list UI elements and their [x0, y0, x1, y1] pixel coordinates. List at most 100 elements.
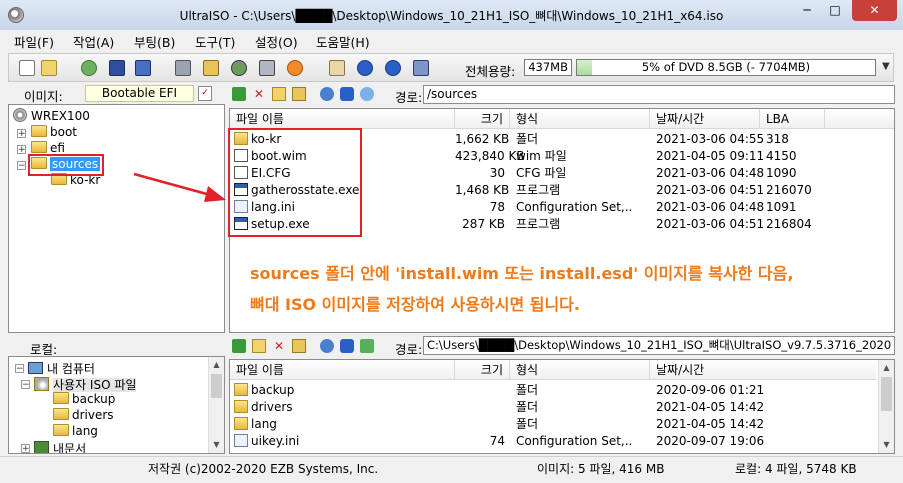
file-row[interactable]: drivers 폴더 2021-04-05 14:42 [230, 399, 870, 416]
column-header-date[interactable]: 날짜/시간 [650, 360, 876, 380]
tree-root-wrex100[interactable]: WREX100 [13, 108, 90, 124]
new-icon[interactable] [19, 60, 35, 76]
view-icon[interactable] [320, 87, 334, 101]
menu-tools[interactable]: 도구(T) [195, 32, 235, 51]
virtual-drive-icon[interactable] [287, 60, 303, 76]
image-properties-button[interactable]: ✓ [198, 86, 212, 101]
settings-gear-icon[interactable] [340, 339, 354, 353]
tree-item-user-iso-files[interactable]: 사용자 ISO 파일 [34, 376, 137, 392]
save-as-icon[interactable] [135, 60, 151, 76]
minimize-button[interactable]: ─ [793, 0, 821, 21]
file-row[interactable]: uikey.ini 74 Configuration Set,.. 2020-09-0… [230, 433, 870, 450]
file-lba-cell: 1090 [766, 165, 826, 182]
iso-path-field[interactable]: /sources [423, 85, 895, 104]
column-header-lba[interactable]: LBA [760, 109, 825, 129]
scroll-up-icon[interactable]: ▲ [209, 357, 224, 372]
rename-icon[interactable] [292, 87, 306, 101]
folder-icon [53, 408, 69, 420]
column-header-size[interactable]: 크기 [455, 109, 510, 129]
save-icon[interactable] [109, 60, 125, 76]
menu-file[interactable]: 파일(F) [14, 32, 54, 51]
tree-root-label: WREX100 [31, 109, 90, 123]
file-date-cell: 2021-04-05 14:42 [656, 399, 764, 416]
file-size-cell: 287 KB [455, 216, 505, 233]
maximize-button[interactable]: □ [821, 0, 849, 21]
menu-bootable[interactable]: 부팅(B) [134, 32, 175, 51]
delete-icon[interactable]: ✕ [272, 339, 286, 353]
expand-icon[interactable]: + [17, 129, 26, 139]
expand-icon[interactable]: + [21, 444, 30, 453]
collapse-icon[interactable]: − [21, 380, 30, 390]
file-lba: 216804 [766, 217, 812, 231]
up-folder-icon[interactable] [232, 339, 246, 353]
file-name-cell: backup [234, 382, 444, 399]
burn-icon[interactable] [175, 60, 191, 76]
column-header-type[interactable]: 형식 [510, 109, 650, 129]
column-header-date[interactable]: 날짜/시간 [650, 109, 760, 129]
scroll-down-icon[interactable]: ▼ [879, 437, 894, 452]
collapse-icon[interactable]: − [15, 364, 24, 374]
compress-icon[interactable] [231, 60, 247, 76]
local-path-field[interactable]: C:\Users\████\Desktop\Windows_10_21H1_IS… [423, 336, 895, 355]
tree-item-my-documents[interactable]: 내문서 [34, 440, 87, 454]
make-cd-image-icon[interactable] [203, 60, 219, 76]
iso-path-label: 경로: [395, 90, 423, 105]
folder-icon [53, 424, 69, 436]
local-file-list: 파일 이름 크기 형식 날짜/시간 backup 폴더 2020-09-06 01:… [229, 359, 895, 454]
capacity-bar: 5% of DVD 8.5GB (- 7704MB) [576, 59, 876, 76]
scroll-down-icon[interactable]: ▼ [209, 437, 224, 452]
tree-item-backup[interactable]: backup [53, 392, 115, 408]
file-row[interactable]: backup 폴더 2020-09-06 01:21 [230, 382, 870, 399]
scroll-thumb[interactable] [211, 374, 222, 398]
menu-help[interactable]: 도움말(H) [316, 32, 370, 51]
column-header-name[interactable]: 파일 이름 [230, 360, 455, 380]
annotation-caption-line1: sources 폴더 안에 'install.wim 또는 install.es… [250, 264, 794, 283]
total-size-label: 전체용량: [465, 64, 516, 79]
scroll-up-icon[interactable]: ▲ [879, 360, 894, 375]
refresh-icon[interactable] [360, 87, 374, 101]
tree-item-my-computer[interactable]: 내 컴퓨터 [28, 360, 95, 376]
new-folder-icon[interactable] [272, 87, 286, 101]
collapse-icon[interactable]: − [17, 161, 26, 171]
tree-item-boot[interactable]: boot [31, 125, 77, 141]
tree-scrollbar[interactable]: ▲ ▼ [208, 357, 224, 453]
file-lba: 4150 [766, 149, 797, 163]
up-folder-icon[interactable] [232, 87, 246, 101]
info-icon[interactable] [357, 60, 373, 76]
file-date: 2021-03-06 04:55 [656, 132, 765, 146]
extract-icon[interactable] [81, 60, 97, 76]
image-name-field[interactable]: Bootable EFI [85, 85, 194, 102]
properties-icon[interactable] [329, 60, 345, 76]
open-icon[interactable] [41, 60, 57, 76]
settings-gear-icon[interactable] [340, 87, 354, 101]
refresh-icon[interactable] [360, 339, 374, 353]
exit-icon[interactable] [413, 60, 429, 76]
file-type: Configuration Set,.. [516, 434, 633, 448]
folder-icon [31, 141, 47, 153]
mount-icon[interactable] [259, 60, 275, 76]
file-row[interactable]: lang 폴더 2021-04-05 14:42 [230, 416, 870, 433]
column-header-size[interactable]: 크기 [455, 360, 510, 380]
rename-icon[interactable] [292, 339, 306, 353]
tree-item-drivers[interactable]: drivers [53, 408, 114, 424]
scroll-thumb[interactable] [881, 377, 892, 411]
delete-icon[interactable]: ✕ [252, 87, 266, 101]
capacity-dropdown-icon[interactable]: ▼ [882, 61, 890, 72]
column-header-name[interactable]: 파일 이름 [230, 109, 455, 129]
expand-icon[interactable]: + [17, 145, 26, 155]
file-type: 폴더 [516, 383, 539, 397]
iso-folder-icon [34, 377, 49, 391]
close-button[interactable]: ✕ [852, 0, 897, 21]
new-folder-icon[interactable] [252, 339, 266, 353]
menu-actions[interactable]: 작업(A) [73, 32, 114, 51]
view-icon[interactable] [320, 339, 334, 353]
menu-options[interactable]: 설정(O) [255, 32, 298, 51]
tree-item-label: efi [50, 141, 65, 155]
tree-item-lang[interactable]: lang [53, 424, 98, 440]
file-name: uikey.ini [251, 434, 300, 448]
help-icon[interactable] [385, 60, 401, 76]
tree-item-label: 내문서 [53, 442, 87, 454]
file-list-scrollbar[interactable]: ▲ ▼ [878, 360, 894, 453]
file-size: 287 KB [462, 217, 505, 231]
column-header-type[interactable]: 형식 [510, 360, 650, 380]
